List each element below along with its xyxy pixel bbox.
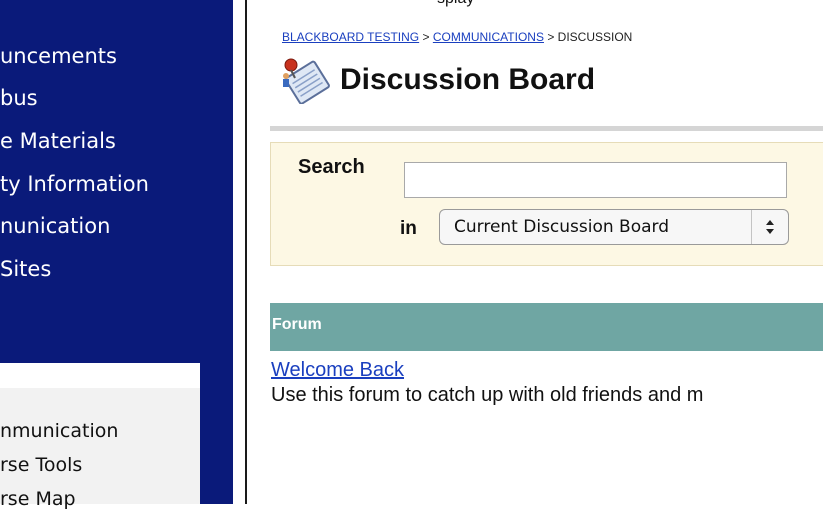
- course-menu-item-announcements[interactable]: uncements: [0, 44, 117, 68]
- search-input[interactable]: [404, 162, 787, 198]
- tool-item-communication[interactable]: nmunication: [0, 420, 118, 442]
- tool-item-course-map[interactable]: rse Map: [0, 488, 76, 510]
- breadcrumb-separator: >: [422, 30, 430, 44]
- tool-item-course-tools[interactable]: rse Tools: [0, 454, 82, 476]
- forum-table-header: [270, 303, 823, 351]
- forum-link-welcome-back[interactable]: Welcome Back: [271, 359, 404, 382]
- search-scope-selected: Current Discussion Board: [454, 217, 670, 237]
- search-scope-label: in: [400, 218, 417, 239]
- title-divider: [270, 126, 823, 131]
- page-title: Discussion Board: [340, 63, 596, 96]
- course-menu: uncements bus e Materials ty Information…: [0, 0, 233, 363]
- discussion-board-icon: [283, 58, 330, 104]
- course-menu-item-communication[interactable]: nunication: [0, 214, 110, 238]
- cut-off-header-text: splay: [437, 0, 474, 8]
- breadcrumb-current: DISCUSSION: [557, 30, 633, 44]
- search-label: Search: [298, 156, 365, 178]
- course-menu-item-external-sites[interactable]: Sites: [0, 257, 51, 281]
- forum-column-header[interactable]: Forum: [272, 316, 322, 334]
- select-arrows-icon: [751, 210, 788, 244]
- tools-list: nmunication rse Tools rse Map: [0, 388, 200, 510]
- breadcrumb: BLACKBOARD TESTING > COMMUNICATIONS > DI…: [282, 30, 632, 44]
- course-menu-item-syllabus[interactable]: bus: [0, 86, 38, 110]
- course-menu-item-faculty-information[interactable]: ty Information: [0, 172, 149, 196]
- course-menu-item-course-materials[interactable]: e Materials: [0, 129, 116, 153]
- search-scope-select[interactable]: Current Discussion Board: [439, 209, 789, 245]
- breadcrumb-separator: >: [547, 30, 555, 44]
- breadcrumb-link-course[interactable]: BLACKBOARD TESTING: [282, 30, 419, 44]
- breadcrumb-link-communications[interactable]: COMMUNICATIONS: [433, 30, 544, 44]
- tools-panel: nmunication rse Tools rse Map: [0, 363, 233, 510]
- frame-divider[interactable]: [245, 0, 247, 504]
- forum-description: Use this forum to catch up with old frie…: [271, 384, 704, 406]
